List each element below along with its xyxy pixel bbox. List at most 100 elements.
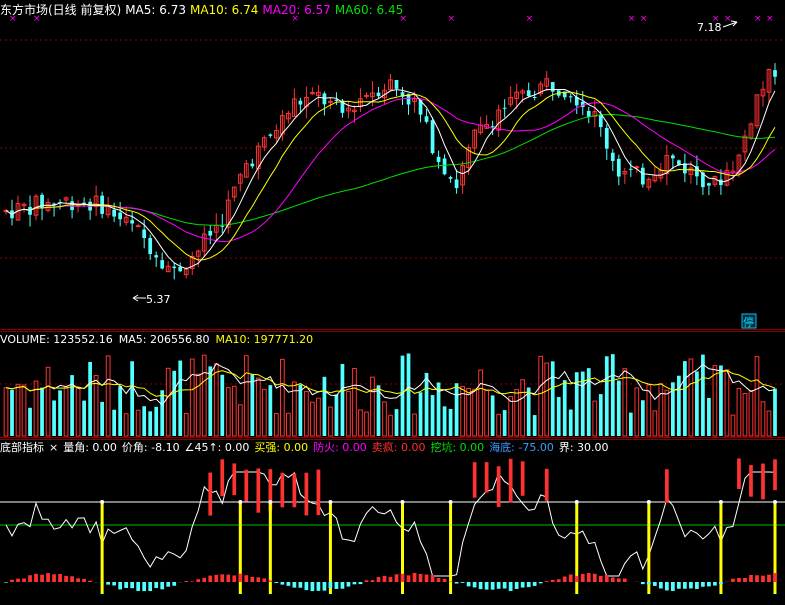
- volume-legend: VOLUME: 123552.16 MA5: 206556.80 MA10: 197…: [0, 333, 313, 346]
- candle-down: [640, 167, 645, 185]
- histogram-bar-down: [689, 582, 693, 589]
- histogram-bar-up: [550, 579, 555, 582]
- indicator-signal-dot: [238, 500, 243, 504]
- volume-bar-down: [598, 394, 603, 436]
- candle-down: [707, 183, 711, 186]
- histogram-bar-up: [70, 576, 74, 582]
- candle-down: [154, 255, 159, 258]
- volume-bar-down: [178, 360, 183, 436]
- candle-down: [112, 209, 117, 217]
- volume-bar-down: [701, 354, 705, 436]
- volume-bar-down: [250, 374, 255, 436]
- indicator-red-spike: [496, 466, 501, 507]
- candle-down: [671, 155, 675, 159]
- indicator-yellow-bar: [449, 502, 453, 594]
- indicator-signal-dot: [574, 500, 579, 504]
- indicator-signal-dot: [100, 500, 105, 504]
- volume-bar-down: [340, 363, 345, 436]
- candle-down: [550, 82, 555, 92]
- volume-bar-down: [28, 407, 32, 436]
- volume-bar-down: [400, 355, 405, 436]
- histogram-bar-down: [707, 582, 711, 587]
- indicator-yellow-bar: [647, 502, 651, 594]
- histogram-bar-up: [622, 578, 627, 582]
- indicator-red-spike: [208, 472, 213, 516]
- histogram-bar-up: [586, 573, 591, 582]
- candle-down: [448, 177, 453, 179]
- indicator-signal-dot: [772, 500, 777, 504]
- histogram-bar-up: [10, 579, 14, 582]
- candle-down: [118, 212, 123, 220]
- histogram-bar-up: [364, 580, 369, 582]
- histogram-bar-up: [220, 574, 225, 582]
- volume-bar-down: [562, 380, 567, 436]
- histogram-bar-up: [616, 578, 621, 582]
- candle-down: [436, 156, 441, 163]
- histogram-bar-down: [526, 582, 531, 588]
- histogram-bar-up: [40, 574, 44, 582]
- volume-bar-down: [773, 388, 777, 436]
- candle-down: [490, 126, 495, 128]
- histogram-bar-up: [424, 574, 429, 582]
- volume-bar-down: [490, 395, 495, 436]
- indicator-signal-dot: [328, 500, 333, 504]
- candle-up: [634, 166, 640, 169]
- volume-bar-down: [112, 409, 117, 436]
- volume-bar-down: [550, 361, 555, 436]
- histogram-bar-down: [328, 582, 333, 589]
- volume-bar-down: [88, 361, 92, 436]
- volume-bar-down: [220, 374, 225, 436]
- candle-down: [334, 99, 339, 101]
- candle-down: [773, 70, 777, 77]
- histogram-bar-down: [713, 582, 717, 586]
- histogram-bar-up: [46, 573, 50, 582]
- candle-up: [364, 94, 369, 97]
- volume-bar-down: [130, 361, 135, 436]
- histogram-bar-up: [598, 575, 603, 582]
- candle-down: [568, 96, 573, 98]
- volume-bar-down: [58, 390, 62, 436]
- volume-bar-down: [532, 415, 537, 436]
- volume-bar-down: [556, 397, 561, 436]
- histogram-bar-up: [436, 578, 441, 582]
- candle-down: [322, 93, 327, 105]
- histogram-bar-up: [58, 574, 62, 582]
- histogram-bar-up: [568, 574, 573, 582]
- indicator-red-spike: [508, 458, 513, 503]
- indicator-signal-dot: [400, 500, 405, 504]
- volume-bar-down: [502, 410, 507, 436]
- indicator-signal-dot: [268, 500, 273, 504]
- volume-bar-down: [616, 380, 621, 436]
- histogram-bar-down: [646, 582, 651, 585]
- histogram-bar-down: [472, 582, 477, 588]
- histogram-bar-up: [22, 578, 26, 582]
- histogram-bar-up: [232, 575, 237, 582]
- volume-bar-down: [334, 394, 339, 436]
- indicator-red-spike: [664, 469, 669, 503]
- indicator-red-spike: [292, 473, 297, 508]
- suspended-badge-label: 停: [743, 315, 754, 329]
- histogram-bar-up: [370, 580, 375, 582]
- signal-x-marker: ×: [291, 14, 299, 24]
- candle-down: [628, 168, 633, 170]
- histogram-bar-up: [34, 573, 38, 582]
- histogram-bar-up: [238, 573, 243, 582]
- histogram-bar-down: [316, 582, 321, 591]
- indicator-red-spike: [544, 468, 549, 501]
- histogram-bar-down: [532, 582, 537, 586]
- candle-down: [526, 90, 531, 97]
- histogram-bar-up: [430, 575, 435, 582]
- histogram-bar-down: [310, 582, 315, 592]
- histogram-bar-down: [172, 582, 177, 586]
- volume-bar-down: [394, 409, 399, 436]
- candle-down: [394, 80, 399, 89]
- signal-x-marker: ×: [400, 14, 408, 24]
- signal-x-marker: ×: [526, 14, 534, 24]
- histogram-bar-down: [677, 582, 681, 589]
- histogram-bar-down: [352, 582, 357, 585]
- histogram-bar-up: [64, 575, 68, 582]
- histogram-bar-up: [580, 573, 585, 582]
- histogram-bar-up: [244, 575, 249, 582]
- histogram-bar-down: [508, 582, 513, 591]
- histogram-bar-up: [250, 576, 255, 582]
